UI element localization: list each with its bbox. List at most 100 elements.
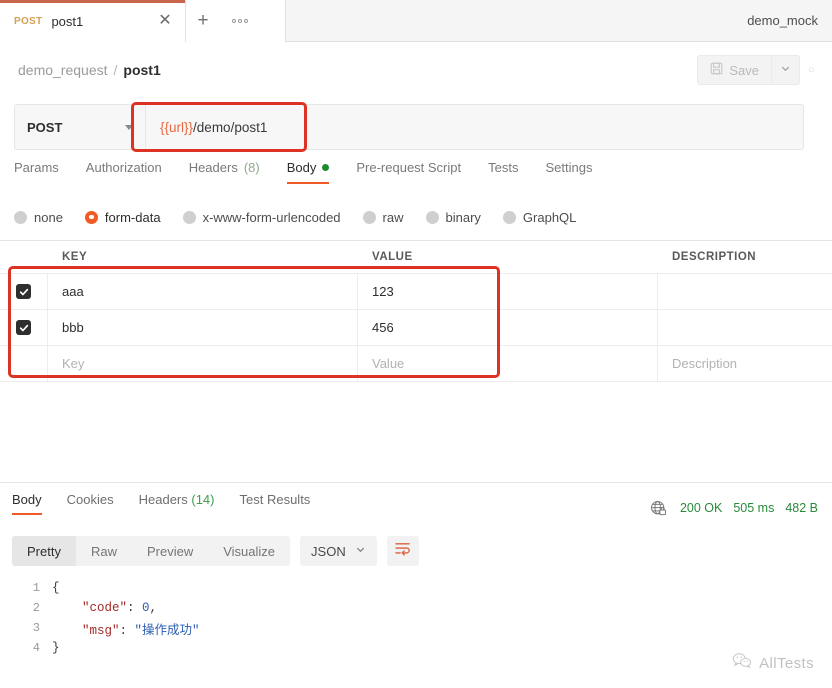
tab-pre-request-script-label: Pre-request Script xyxy=(356,160,462,175)
tab-headers-count: (8) xyxy=(243,160,260,175)
row-value-cell[interactable]: 456 xyxy=(358,310,658,345)
environment-selector[interactable]: demo_mock xyxy=(733,0,832,41)
row-key-text: aaa xyxy=(62,284,84,299)
tab-params-label: Params xyxy=(14,160,59,175)
wrap-text-button[interactable] xyxy=(386,536,419,566)
code-line: 3 "msg": "操作成功" xyxy=(0,618,832,638)
close-icon[interactable]: ✕ xyxy=(155,11,175,31)
response-body-code[interactable]: 1 { 2 "code": 0, 3 "msg": "操作成功" 4 } xyxy=(0,578,832,688)
more-options-icon[interactable] xyxy=(220,0,260,42)
line-number: 2 xyxy=(32,601,40,615)
url-input-wrapper: {{url}}/demo/post1 xyxy=(145,104,804,150)
plus-icon[interactable]: + xyxy=(186,0,220,42)
tab-params[interactable]: Params xyxy=(14,160,59,184)
body-mode-urlencoded[interactable]: x-www-form-urlencoded xyxy=(182,210,341,225)
placeholder-key-cell[interactable]: Key xyxy=(48,346,358,381)
url-bar: POST {{url}}/demo/post1 xyxy=(14,104,804,150)
save-options-button[interactable] xyxy=(772,55,800,85)
response-size: 482 B xyxy=(785,501,818,515)
header-description: DESCRIPTION xyxy=(672,251,757,263)
tab-title: post1 xyxy=(51,13,84,29)
watermark-text: AllTests xyxy=(759,654,814,672)
body-mode-graphql-label: GraphQL xyxy=(522,209,577,225)
request-tab-post1[interactable]: POST post1 ✕ xyxy=(0,0,186,42)
tab-bar-spacer xyxy=(286,0,734,41)
chevron-down-icon xyxy=(355,542,366,560)
row-key-cell[interactable]: bbb xyxy=(48,310,358,345)
view-mode-pretty[interactable]: Pretty xyxy=(12,536,76,566)
body-mode-raw[interactable]: raw xyxy=(362,209,404,225)
row-value-cell[interactable]: 123 xyxy=(358,274,658,309)
code-line-text: } xyxy=(52,641,60,655)
tab-pre-request-script[interactable]: Pre-request Script xyxy=(356,160,461,184)
code-line: 4 } xyxy=(0,638,832,658)
header-value: VALUE xyxy=(372,251,413,263)
tab-method-label: POST xyxy=(14,15,43,27)
save-button[interactable]: Save xyxy=(697,55,772,85)
response-tab-cookies[interactable]: Cookies xyxy=(67,492,114,515)
globe-lock-icon[interactable] xyxy=(650,500,667,517)
chevron-down-icon xyxy=(780,61,791,79)
body-mode-binary[interactable]: binary xyxy=(425,210,481,225)
radio-icon xyxy=(502,210,516,224)
code-line: 1 { xyxy=(0,578,832,598)
body-present-dot-icon xyxy=(322,164,330,171)
table-placeholder-row: Key Value Description xyxy=(0,346,832,382)
url-variable: {{url}} xyxy=(160,119,194,135)
body-mode-form-data[interactable]: form-data xyxy=(84,210,161,225)
chevron-down-icon xyxy=(125,124,133,130)
row-checkbox[interactable] xyxy=(16,284,31,299)
placeholder-description-cell[interactable]: Description xyxy=(658,346,832,381)
tab-headers[interactable]: Headers (8) xyxy=(189,160,260,184)
body-mode-raw-label: raw xyxy=(382,209,404,225)
header-key: KEY xyxy=(62,251,88,263)
view-mode-visualize[interactable]: Visualize xyxy=(208,536,290,566)
tab-authorization-label: Authorization xyxy=(85,160,162,175)
response-divider xyxy=(0,482,832,483)
row-description-cell[interactable] xyxy=(658,274,832,309)
response-tab-test-results[interactable]: Test Results xyxy=(240,492,311,515)
overflow-indicator: ○ xyxy=(808,64,815,76)
body-mode-none-label: none xyxy=(34,209,63,225)
response-format-selector[interactable]: JSON xyxy=(300,536,377,566)
view-mode-preview-label: Preview xyxy=(146,543,194,559)
radio-icon xyxy=(182,210,196,224)
placeholder-description-text: Description xyxy=(672,356,738,371)
response-tab-headers-label: Headers xyxy=(138,492,188,507)
response-tab-body-label: Body xyxy=(12,492,42,507)
view-mode-raw[interactable]: Raw xyxy=(76,536,132,566)
tab-settings[interactable]: Settings xyxy=(545,160,592,184)
row-checkbox-cell xyxy=(0,310,48,345)
response-tab-body[interactable]: Body xyxy=(12,492,42,515)
response-tab-headers[interactable]: Headers (14) xyxy=(139,492,215,515)
http-method-selector[interactable]: POST xyxy=(14,104,145,150)
wechat-icon xyxy=(732,652,752,674)
url-path: /demo/post1 xyxy=(193,119,268,135)
tab-bar: POST post1 ✕ + demo_mock xyxy=(0,0,832,42)
line-number: 1 xyxy=(32,581,40,595)
url-input[interactable]: {{url}}/demo/post1 xyxy=(145,104,804,150)
page-title[interactable]: post1 xyxy=(123,62,160,78)
save-button-label: Save xyxy=(729,62,759,78)
response-meta: 200 OK 505 ms 482 B xyxy=(650,498,818,518)
row-key-text: bbb xyxy=(62,320,84,335)
tab-authorization[interactable]: Authorization xyxy=(86,160,162,184)
view-mode-preview[interactable]: Preview xyxy=(132,536,208,566)
floppy-disk-icon xyxy=(710,62,723,78)
view-mode-pretty-label: Pretty xyxy=(27,543,61,559)
code-line-text: "msg": "操作成功" xyxy=(52,623,200,638)
view-mode-visualize-label: Visualize xyxy=(223,543,276,559)
row-key-cell[interactable]: aaa xyxy=(48,274,358,309)
tab-body[interactable]: Body xyxy=(286,160,330,184)
code-line: 2 "code": 0, xyxy=(0,598,832,618)
body-mode-none[interactable]: none xyxy=(14,210,63,225)
response-tab-test-results-label: Test Results xyxy=(239,492,311,507)
tab-tests[interactable]: Tests xyxy=(488,160,518,184)
row-description-cell[interactable] xyxy=(658,310,832,345)
breadcrumb-collection[interactable]: demo_request xyxy=(18,62,108,78)
placeholder-value-cell[interactable]: Value xyxy=(358,346,658,381)
body-mode-graphql[interactable]: GraphQL xyxy=(502,209,577,225)
tab-actions: + xyxy=(186,0,286,42)
placeholder-checkbox-cell xyxy=(0,346,48,381)
row-checkbox[interactable] xyxy=(16,320,31,335)
